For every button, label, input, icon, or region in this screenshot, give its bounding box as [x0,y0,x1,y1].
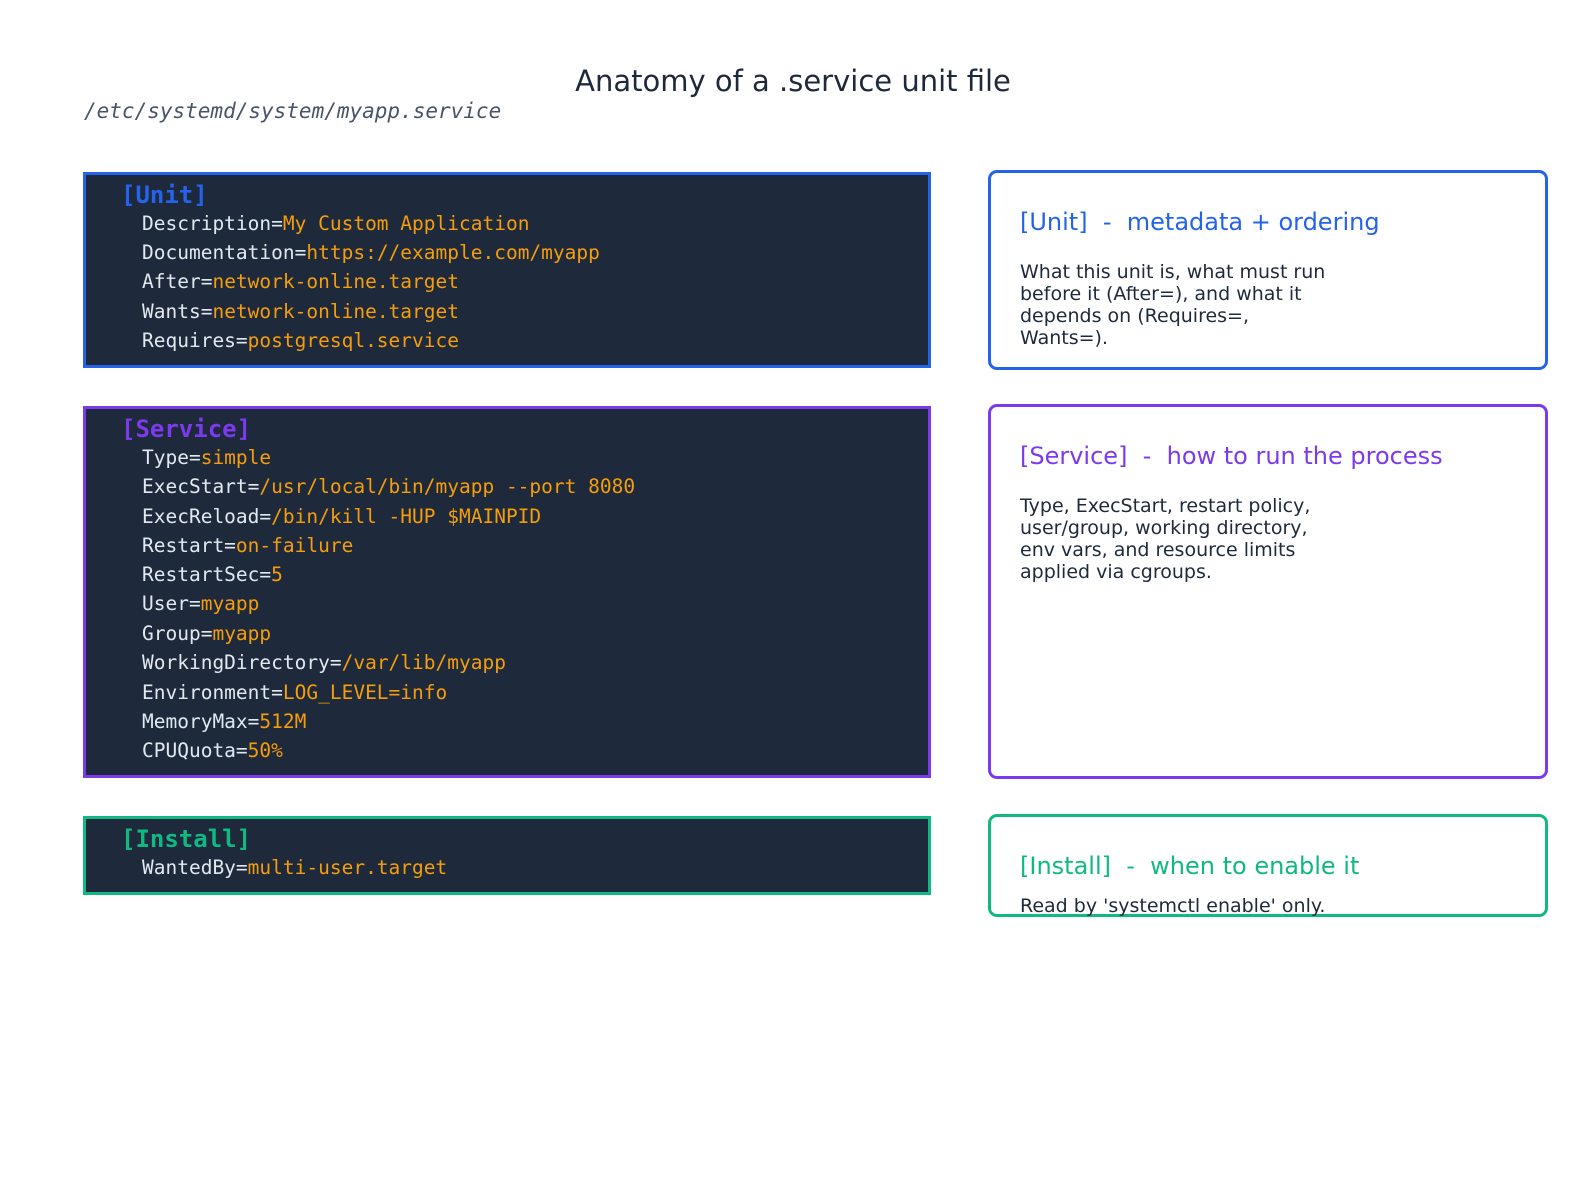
code-key: CPUQuota= [142,739,248,762]
code-key: MemoryMax= [142,710,260,733]
code-key: Environment= [142,681,283,704]
unit-code-block: [Unit] Description=My Custom Application… [83,172,931,368]
code-line: Restart=on-failure [142,534,353,558]
code-key: After= [142,270,213,293]
code-value: /usr/local/bin/myapp --port 8080 [259,475,636,498]
install-note-title: [Install] - when to enable it [1020,852,1360,880]
code-line: ExecStart=/usr/local/bin/myapp --port 80… [142,475,635,499]
code-line: Documentation=https://example.com/myapp [142,241,600,265]
code-value: postgresql.service [247,329,459,352]
code-value: network-online.target [212,270,459,293]
code-value: My Custom Application [282,212,530,235]
code-line: Wants=network-online.target [142,300,459,324]
code-key: RestartSec= [142,563,272,586]
code-line: Requires=postgresql.service [142,329,459,353]
service-code-block: [Service] Type=simple ExecStart=/usr/loc… [83,406,931,778]
code-value: multi-user.target [247,856,448,879]
install-section-header: [Install] [121,825,252,853]
unit-note-title: [Unit] - metadata + ordering [1020,208,1380,236]
install-code-block: [Install] WantedBy=multi-user.target [83,816,931,895]
code-value: 512M [259,710,307,733]
code-line: ExecReload=/bin/kill -HUP $MAINPID [142,505,541,529]
service-note-title: [Service] - how to run the process [1020,442,1443,470]
code-line: MemoryMax=512M [142,710,306,734]
install-note-body: Read by 'systemctl enable' only. [1020,895,1326,917]
code-key: Wants= [142,300,213,323]
code-line: User=myapp [142,592,259,616]
code-key: Description= [142,212,283,235]
code-line: WantedBy=multi-user.target [142,856,447,880]
page-title: Anatomy of a .service unit file [575,64,1011,98]
code-line: Group=myapp [142,622,271,646]
code-line: After=network-online.target [142,270,459,294]
code-key: ExecReload= [142,505,272,528]
code-value: on-failure [235,534,354,557]
install-note: [Install] - when to enable it Read by 's… [988,814,1548,917]
code-line: WorkingDirectory=/var/lib/myapp [142,651,506,675]
code-value: LOG_LEVEL=info [282,681,448,704]
code-value: 5 [271,563,283,586]
code-value: myapp [200,592,260,615]
code-value: /bin/kill -HUP $MAINPID [271,505,542,528]
service-section-header: [Service] [121,415,252,443]
code-value: 50% [247,739,283,762]
code-key: Type= [142,446,201,469]
code-key: Group= [142,622,213,645]
service-note: [Service] - how to run the process Type,… [988,404,1548,779]
code-key: Documentation= [142,241,307,264]
unit-section-header: [Unit] [121,181,208,209]
service-note-body: Type, ExecStart, restart policy, user/gr… [1020,495,1311,583]
unit-note-body: What this unit is, what must run before … [1020,261,1326,349]
unit-note: [Unit] - metadata + ordering What this u… [988,170,1548,370]
code-value: network-online.target [212,300,459,323]
code-key: Restart= [142,534,236,557]
code-value: https://example.com/myapp [306,241,600,264]
code-key: WorkingDirectory= [142,651,342,674]
code-value: myapp [212,622,272,645]
code-line: Type=simple [142,446,271,470]
file-path: /etc/systemd/system/myapp.service [84,99,502,123]
code-key: User= [142,592,201,615]
code-line: CPUQuota=50% [142,739,283,763]
code-key: WantedBy= [142,856,248,879]
code-line: Description=My Custom Application [142,212,529,236]
code-key: ExecStart= [142,475,260,498]
code-line: RestartSec=5 [142,563,283,587]
code-line: Environment=LOG_LEVEL=info [142,681,447,705]
code-value: simple [200,446,272,469]
code-key: Requires= [142,329,248,352]
code-value: /var/lib/myapp [341,651,506,674]
